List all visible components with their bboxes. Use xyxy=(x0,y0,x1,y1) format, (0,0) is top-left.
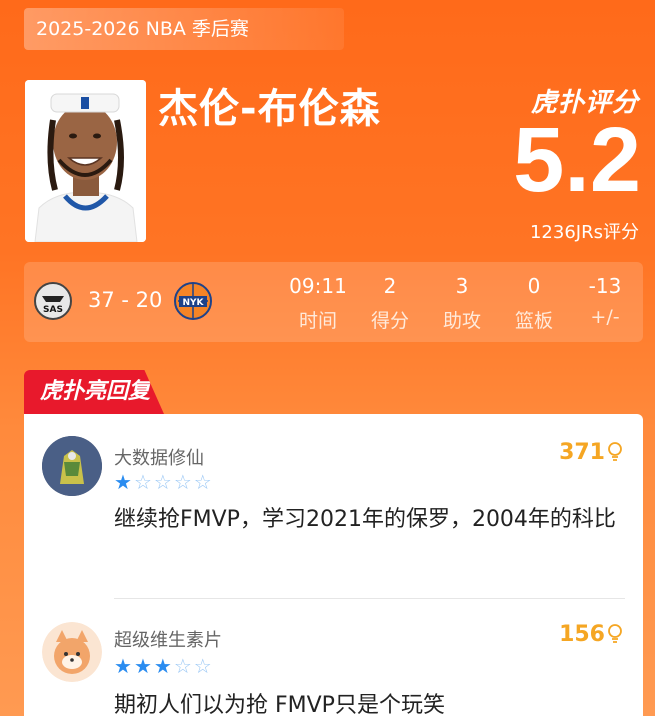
like-count-value: 156 xyxy=(559,622,605,647)
rating-votes-count: 1236JRs评分 xyxy=(529,222,639,243)
stat-label: 时间 xyxy=(298,310,337,332)
comments-card: 大数据修仙 371 ★☆☆☆☆ 继续抢FMVP，学习2021年的保罗，2004年… xyxy=(24,414,643,716)
star-rating: ★★★☆☆ xyxy=(114,654,214,678)
like-count[interactable]: 371 xyxy=(559,440,623,465)
star-icon: ☆ xyxy=(193,470,214,494)
stat-value: -13 xyxy=(588,274,622,298)
like-count-value: 371 xyxy=(559,440,605,465)
comment-text: 继续抢FMVP，学习2021年的保罗，2004年的科比 xyxy=(114,507,616,532)
star-icon: ☆ xyxy=(173,654,194,678)
star-rating: ★☆☆☆☆ xyxy=(114,470,214,494)
stat-value: 3 xyxy=(455,274,469,298)
star-icon: ★ xyxy=(114,654,134,678)
avatar[interactable] xyxy=(42,436,102,496)
player-photo xyxy=(25,80,146,242)
nyk-team-logo-icon: NYK xyxy=(174,282,212,320)
star-icon: ★ xyxy=(114,470,134,494)
stat-assists: 3 助攻 xyxy=(427,274,497,333)
sas-team-logo-icon: SAS xyxy=(34,282,72,320)
lightbulb-icon xyxy=(608,442,622,461)
sas-logo-text: SAS xyxy=(43,305,63,315)
game-score: 37 - 20 xyxy=(88,288,163,312)
player-rating-score: 5.2 xyxy=(513,109,641,211)
stat-rebounds: 0 篮板 xyxy=(499,274,569,333)
stat-label: 得分 xyxy=(370,310,409,332)
stat-plus-minus: -13 +/- xyxy=(570,274,640,328)
season-label: 2025-2026 NBA 季后赛 xyxy=(24,8,344,50)
stat-label: 篮板 xyxy=(514,310,553,332)
stat-minutes: 09:11 时间 xyxy=(283,274,353,333)
star-icon: ☆ xyxy=(133,470,154,494)
stat-value: 2 xyxy=(383,274,397,298)
stat-value: 09:11 xyxy=(289,274,347,298)
stat-label: 助攻 xyxy=(442,310,481,332)
stat-points: 2 得分 xyxy=(355,274,425,333)
avatar[interactable] xyxy=(42,622,102,682)
player-name: 杰伦-布伦森 xyxy=(158,86,381,132)
lightbulb-icon xyxy=(608,624,622,643)
comment-divider xyxy=(114,598,625,599)
game-stats-bar: SAS 37 - 20 NYK 09:11 时间 2 得分 3 助攻 0 篮板 … xyxy=(24,262,643,342)
star-icon: ★ xyxy=(133,654,154,678)
comment-username[interactable]: 大数据修仙 xyxy=(114,444,204,470)
star-icon: ☆ xyxy=(193,654,214,678)
like-count[interactable]: 156 xyxy=(559,622,623,647)
comment-text: 期初人们以为抢 FMVP只是个玩笑 xyxy=(114,693,445,716)
star-icon: ☆ xyxy=(153,470,174,494)
star-icon: ☆ xyxy=(173,470,194,494)
stat-value: 0 xyxy=(527,274,541,298)
star-icon: ★ xyxy=(153,654,174,678)
tab-highlighted-replies[interactable]: 虎扑亮回复 xyxy=(24,370,164,414)
nyk-logo-text: NYK xyxy=(182,298,204,308)
comment-username[interactable]: 超级维生素片 xyxy=(114,626,222,652)
stat-label: +/- xyxy=(590,306,620,328)
